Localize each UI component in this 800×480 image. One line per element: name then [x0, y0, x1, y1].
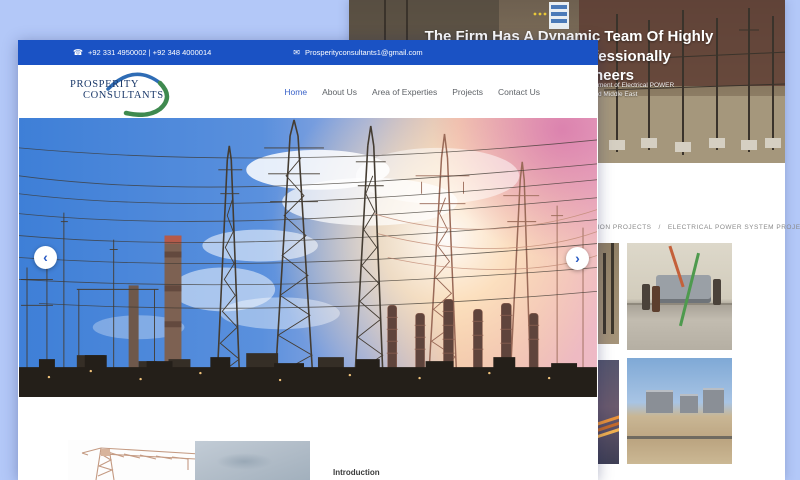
topbar-email-group[interactable]: ✉ Prosperityconsultants1@gmail.com — [293, 48, 422, 57]
nav-item-area-of-experties[interactable]: Area of Experties — [372, 87, 437, 97]
sky-image — [195, 441, 310, 480]
project-category-links: TION PROJECTS / ELECTRICAL POWER SYSTEM PR… — [593, 224, 800, 231]
transformer-shape — [680, 394, 699, 413]
desktop-canvas: The Firm Has A Dynamic Team Of Highly Qu… — [0, 0, 800, 480]
category-link-electrical[interactable]: ELECTRICAL POWER SYSTEM PROJECTS — [668, 224, 800, 231]
chevron-left-icon: ‹ — [43, 250, 48, 264]
hero-carousel: ‹ › — [18, 118, 598, 397]
envelope-icon: ✉ — [293, 49, 300, 57]
nav-item-home[interactable]: Home — [284, 87, 307, 97]
cloud-patch — [216, 453, 274, 471]
email-address[interactable]: Prosperityconsultants1@gmail.com — [305, 48, 423, 57]
logo-line1: PROSPERITY — [70, 79, 164, 90]
person-silhouette — [652, 286, 660, 312]
introduction-heading: Introduction — [333, 468, 380, 477]
rear-hero-subtext-line1: ment of Electrical POWER — [598, 81, 674, 90]
category-link-substation[interactable]: TION PROJECTS — [593, 224, 652, 231]
main-navigation: Home About Us Area of Experties Projects… — [284, 65, 540, 118]
phone-icon: ☎ — [73, 49, 83, 57]
transformer-shape — [646, 390, 673, 413]
carousel-next-button[interactable]: › — [566, 247, 589, 270]
site-header: PROSPERITY CONSULTANTS Home About Us Are… — [18, 65, 598, 118]
person-silhouette — [642, 284, 650, 310]
intro-section: Introduction — [18, 397, 598, 480]
topbar-phone-group[interactable]: ☎ +92 331 4950002 | +92 348 4000014 — [73, 48, 211, 57]
category-separator: / — [659, 224, 661, 231]
phone-numbers[interactable]: +92 331 4950002 | +92 348 4000014 — [88, 48, 211, 57]
chevron-right-icon: › — [575, 251, 580, 265]
logo-text: PROSPERITY CONSULTANTS — [70, 79, 164, 101]
project-thumbnail-indoor-substation[interactable] — [627, 243, 732, 350]
nav-item-projects[interactable]: Projects — [452, 87, 483, 97]
project-thumbnail-transformer-yard[interactable] — [627, 358, 732, 464]
carousel-prev-button[interactable]: ‹ — [34, 246, 57, 269]
main-window: ☎ +92 331 4950002 | +92 348 4000014 ✉ Pr… — [18, 40, 598, 480]
contact-topbar: ☎ +92 331 4950002 | +92 348 4000014 ✉ Pr… — [18, 40, 598, 65]
power-station-photo — [18, 118, 598, 397]
person-silhouette — [713, 279, 721, 305]
nav-item-contact-us[interactable]: Contact Us — [498, 87, 540, 97]
road-line — [627, 436, 732, 439]
crane-image — [68, 440, 208, 480]
transformer-shape — [703, 388, 724, 413]
company-logo[interactable]: PROSPERITY CONSULTANTS — [56, 67, 191, 117]
nav-item-about-us[interactable]: About Us — [322, 87, 357, 97]
equipment-shape — [656, 275, 711, 303]
rear-hero-subtext-line2: d Middle East — [598, 90, 637, 99]
logo-line2: CONSULTANTS — [83, 90, 164, 101]
